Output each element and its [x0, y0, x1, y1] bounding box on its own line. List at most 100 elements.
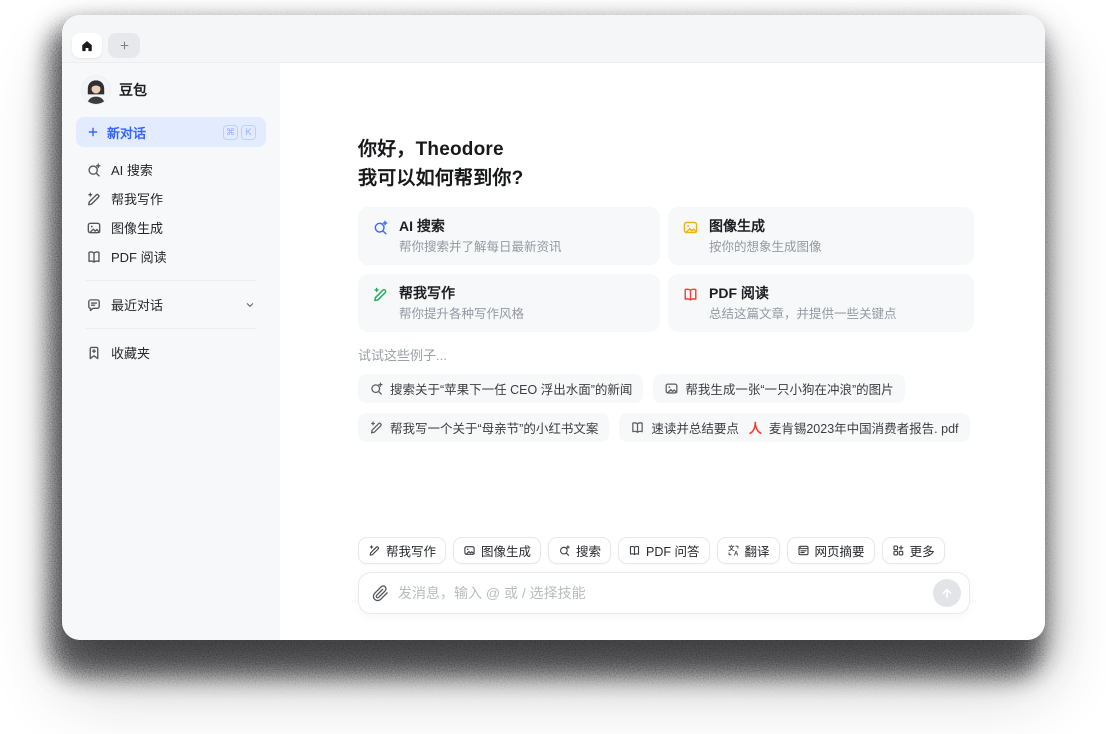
write-icon	[368, 544, 381, 557]
chip-label: 速读并总结要点	[651, 422, 739, 436]
pdf-read-icon	[630, 420, 645, 435]
write-icon	[372, 286, 389, 303]
skill-image-gen[interactable]: 图像生成	[453, 537, 542, 564]
paperclip-icon[interactable]	[372, 585, 389, 602]
card-image-gen[interactable]: 图像生成 按你的想象生成图像	[668, 207, 974, 265]
shortcut-badges: ⌘ K	[223, 124, 256, 140]
card-desc: 总结这篇文章，并提供一些关键点	[709, 307, 897, 321]
chat-bubble-icon	[86, 297, 102, 313]
ai-search-icon	[369, 381, 384, 396]
skill-translate[interactable]: 翻译	[716, 537, 780, 564]
skill-label: 图像生成	[481, 545, 532, 559]
skill-label: PDF 问答	[646, 545, 700, 559]
sidebar-item-write[interactable]: 帮我写作	[76, 184, 266, 213]
avatar	[82, 76, 110, 104]
message-input[interactable]	[398, 585, 933, 601]
greeting-line2: 我可以如何帮到你?	[358, 168, 524, 189]
sidebar-item-favorites[interactable]: 收藏夹	[76, 338, 266, 367]
sidebar-item-label: 收藏夹	[111, 346, 151, 361]
pdf-read-icon	[86, 249, 102, 265]
card-desc: 帮你提升各种写作风格	[399, 307, 525, 321]
sidebar-item-ai-search[interactable]: AI 搜索	[76, 155, 266, 184]
card-title: PDF 阅读	[709, 285, 769, 301]
doubao-app: 豆包 新对话 ⌘ K AI 搜索 帮我写作 图像生成 PDF 阅读 最近对话 收…	[0, 0, 1106, 734]
chip-label: 帮我写一个关于“母亲节”的小红书文案	[390, 422, 599, 436]
skill-more[interactable]: 更多	[881, 537, 945, 564]
k-key-badge: K	[241, 124, 256, 140]
image-gen-icon	[463, 544, 476, 557]
chip-label: 搜索关于“苹果下一任 CEO 浮出水面”的新闻	[390, 383, 633, 397]
example-chip-row: 搜索关于“苹果下一任 CEO 浮出水面”的新闻 帮我生成一张“一只小狗在冲浪”的…	[358, 374, 974, 403]
ai-search-icon	[86, 162, 102, 178]
example-chip-generate-image[interactable]: 帮我生成一张“一只小狗在冲浪”的图片	[653, 374, 905, 403]
card-desc: 按你的想象生成图像	[709, 240, 822, 254]
sidebar-item-label: 帮我写作	[111, 192, 164, 207]
chevron-down-icon[interactable]	[244, 299, 256, 311]
example-chip-row: 帮我写一个关于“母亲节”的小红书文案 速读并总结要点 人 麦肯锡2023年中国消…	[358, 413, 974, 442]
sidebar-item-label: AI 搜索	[111, 163, 153, 178]
skill-label: 帮我写作	[386, 545, 437, 559]
profile-row[interactable]: 豆包	[76, 75, 266, 105]
image-gen-icon	[682, 219, 699, 236]
skill-search[interactable]: 搜索	[548, 537, 612, 564]
new-tab-button[interactable]	[108, 33, 140, 58]
skill-webpage-summary[interactable]: 网页摘要	[786, 537, 875, 564]
sidebar-item-pdf-read[interactable]: PDF 阅读	[76, 242, 266, 271]
card-title: AI 搜索	[399, 218, 445, 234]
tab-bar	[62, 15, 1045, 63]
skill-label: 更多	[909, 545, 935, 559]
new-chat-label: 新对话	[107, 125, 147, 141]
feature-cards: AI 搜索 帮你搜索并了解每日最新资讯 图像生成 按你的想象生成图像 帮我写作 …	[358, 207, 974, 332]
sidebar-item-label: 最近对话	[111, 298, 164, 313]
app-window: 豆包 新对话 ⌘ K AI 搜索 帮我写作 图像生成 PDF 阅读 最近对话 收…	[62, 15, 1045, 640]
greeting-line1: 你好，Theodore	[358, 139, 504, 160]
skill-label: 搜索	[576, 545, 602, 559]
sidebar-nav: AI 搜索 帮我写作 图像生成 PDF 阅读	[76, 155, 266, 271]
webpage-icon	[797, 544, 810, 557]
example-chip-write-copy[interactable]: 帮我写一个关于“母亲节”的小红书文案	[358, 413, 610, 442]
sidebar-item-label: PDF 阅读	[111, 250, 167, 265]
window-body: 豆包 新对话 ⌘ K AI 搜索 帮我写作 图像生成 PDF 阅读 最近对话 收…	[62, 63, 1045, 640]
pdf-read-icon	[682, 286, 699, 303]
composer: 帮我写作 图像生成 搜索 PDF 问答 翻译 网页摘要 更多 发消息，输入 @ …	[358, 537, 970, 614]
image-gen-icon	[664, 381, 679, 396]
bookmark-icon	[86, 345, 102, 361]
card-title: 帮我写作	[399, 285, 455, 301]
ai-search-icon	[372, 219, 389, 236]
arrow-up-icon	[940, 586, 954, 600]
main-area: 你好，Theodore 我可以如何帮到你? AI 搜索 帮你搜索并了解每日最新资…	[280, 63, 1045, 640]
card-title: 图像生成	[709, 218, 765, 234]
chip-label: 帮我生成一张“一只小狗在冲浪”的图片	[685, 383, 894, 397]
main-content: 你好，Theodore 我可以如何帮到你? AI 搜索 帮你搜索并了解每日最新资…	[358, 135, 974, 442]
new-chat-button[interactable]: 新对话 ⌘ K	[76, 117, 266, 147]
skill-write[interactable]: 帮我写作	[358, 537, 447, 564]
cmd-key-badge: ⌘	[223, 124, 238, 140]
send-button[interactable]	[933, 579, 961, 607]
plus-icon	[118, 39, 131, 52]
home-icon	[80, 39, 94, 53]
attachment-filename: 麦肯锡2023年中国消费者报告. pdf	[768, 422, 959, 436]
skill-pdf-qa[interactable]: PDF 问答	[618, 537, 710, 564]
sidebar-item-image-gen[interactable]: 图像生成	[76, 213, 266, 242]
example-chip-summarize-pdf[interactable]: 速读并总结要点 人 麦肯锡2023年中国消费者报告. pdf	[619, 413, 970, 442]
sidebar-item-recent[interactable]: 最近对话	[76, 290, 266, 319]
more-icon	[892, 544, 905, 557]
plus-icon	[86, 125, 100, 139]
sidebar-item-label: 图像生成	[111, 221, 164, 236]
skill-label: 网页摘要	[814, 545, 865, 559]
message-input-box	[358, 572, 970, 614]
card-pdf-read[interactable]: PDF 阅读 总结这篇文章，并提供一些关键点	[668, 274, 974, 332]
divider	[86, 280, 256, 281]
skill-label: 翻译	[744, 545, 770, 559]
card-write[interactable]: 帮我写作 帮你提升各种写作风格	[358, 274, 660, 332]
write-icon	[86, 191, 102, 207]
pdf-read-icon	[628, 544, 641, 557]
example-chip-search-news[interactable]: 搜索关于“苹果下一任 CEO 浮出水面”的新闻	[358, 374, 644, 403]
write-icon	[369, 420, 384, 435]
translate-icon	[727, 544, 740, 557]
card-ai-search[interactable]: AI 搜索 帮你搜索并了解每日最新资讯	[358, 207, 660, 265]
tab-home[interactable]	[72, 33, 102, 58]
profile-name: 豆包	[119, 82, 147, 98]
divider	[86, 328, 256, 329]
image-gen-icon	[86, 220, 102, 236]
